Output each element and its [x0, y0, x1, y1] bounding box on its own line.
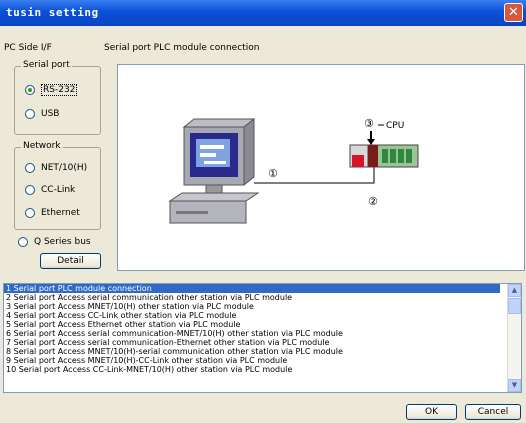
list-item[interactable]: 6 Serial port Access serial communicatio… [4, 329, 500, 338]
radio-dot-icon [18, 237, 28, 247]
list-item[interactable]: 10 Serial port Access CC-Link-MNET/10(H)… [4, 365, 500, 374]
radio-usb-label: USB [41, 109, 60, 119]
marker-3-label: ③ [364, 117, 374, 130]
list-item[interactable]: 1 Serial port PLC module connection [4, 284, 500, 293]
list-item[interactable]: 9 Serial port Access MNET/10(H)-CC-Link … [4, 356, 500, 365]
pc-side-label: PC Side I/F [4, 43, 52, 53]
radio-dot-icon [25, 109, 35, 119]
close-button[interactable]: ✕ [504, 3, 523, 22]
window-title: tusin setting [6, 6, 99, 19]
radio-q-series-bus[interactable]: Q Series bus [18, 237, 91, 247]
scroll-thumb[interactable] [508, 298, 521, 314]
vertical-scrollbar[interactable]: ▲ ▼ [507, 284, 521, 392]
radio-ethernet[interactable]: Ethernet [25, 208, 80, 218]
list-item[interactable]: 3 Serial port Access MNET/10(H) other st… [4, 302, 500, 311]
list-item[interactable]: 8 Serial port Access MNET/10(H)-serial c… [4, 347, 500, 356]
radio-rs232[interactable]: RS-232 [25, 84, 78, 96]
ok-button[interactable]: OK [406, 404, 457, 420]
connection-route-list[interactable]: 1 Serial port PLC module connection 2 Ser… [3, 283, 522, 393]
radio-dot-icon [25, 208, 35, 218]
scroll-down-icon[interactable]: ▼ [508, 379, 521, 392]
radio-dot-selected-icon [25, 85, 35, 95]
list-item[interactable]: 5 Serial port Access Ethernet other stat… [4, 320, 500, 329]
radio-ethernet-label: Ethernet [41, 208, 80, 218]
title-bar[interactable]: tusin setting ✕ [0, 0, 526, 26]
diagram-caption: Serial port PLC module connection [104, 43, 260, 53]
radio-q-series-bus-label: Q Series bus [34, 237, 91, 247]
radio-cclink[interactable]: CC-Link [25, 185, 75, 195]
pc-plc-connection-illustration: ① ③ CPU ② [168, 117, 419, 224]
serial-port-group: Serial port RS-232 USB [14, 60, 101, 135]
list-item[interactable]: 4 Serial port Access CC-Link other stati… [4, 311, 500, 320]
marker-1-label: ① [268, 167, 278, 180]
cpu-label: CPU [386, 121, 404, 131]
radio-net10h-label: NET/10(H) [41, 163, 88, 173]
network-group: Network NET/10(H) CC-Link Ethernet [14, 141, 101, 230]
radio-cclink-label: CC-Link [41, 185, 76, 195]
serial-port-legend: Serial port [21, 60, 72, 70]
network-legend: Network [21, 141, 63, 151]
radio-dot-icon [25, 163, 35, 173]
list-item[interactable]: 2 Serial port Access serial communicatio… [4, 293, 500, 302]
radio-usb[interactable]: USB [25, 109, 59, 119]
connection-diagram: ① ③ CPU ② [117, 64, 525, 271]
radio-rs232-label: RS-232 [41, 84, 78, 96]
marker-2-label: ② [368, 195, 378, 208]
scroll-up-icon[interactable]: ▲ [508, 284, 521, 297]
detail-button[interactable]: Detail [40, 253, 101, 269]
cancel-button[interactable]: Cancel [465, 404, 521, 420]
radio-dot-icon [25, 185, 35, 195]
connection-route-rows: 1 Serial port PLC module connection 2 Ser… [4, 284, 521, 374]
radio-net10h[interactable]: NET/10(H) [25, 163, 87, 173]
list-item[interactable]: 7 Serial port Access serial communicatio… [4, 338, 500, 347]
